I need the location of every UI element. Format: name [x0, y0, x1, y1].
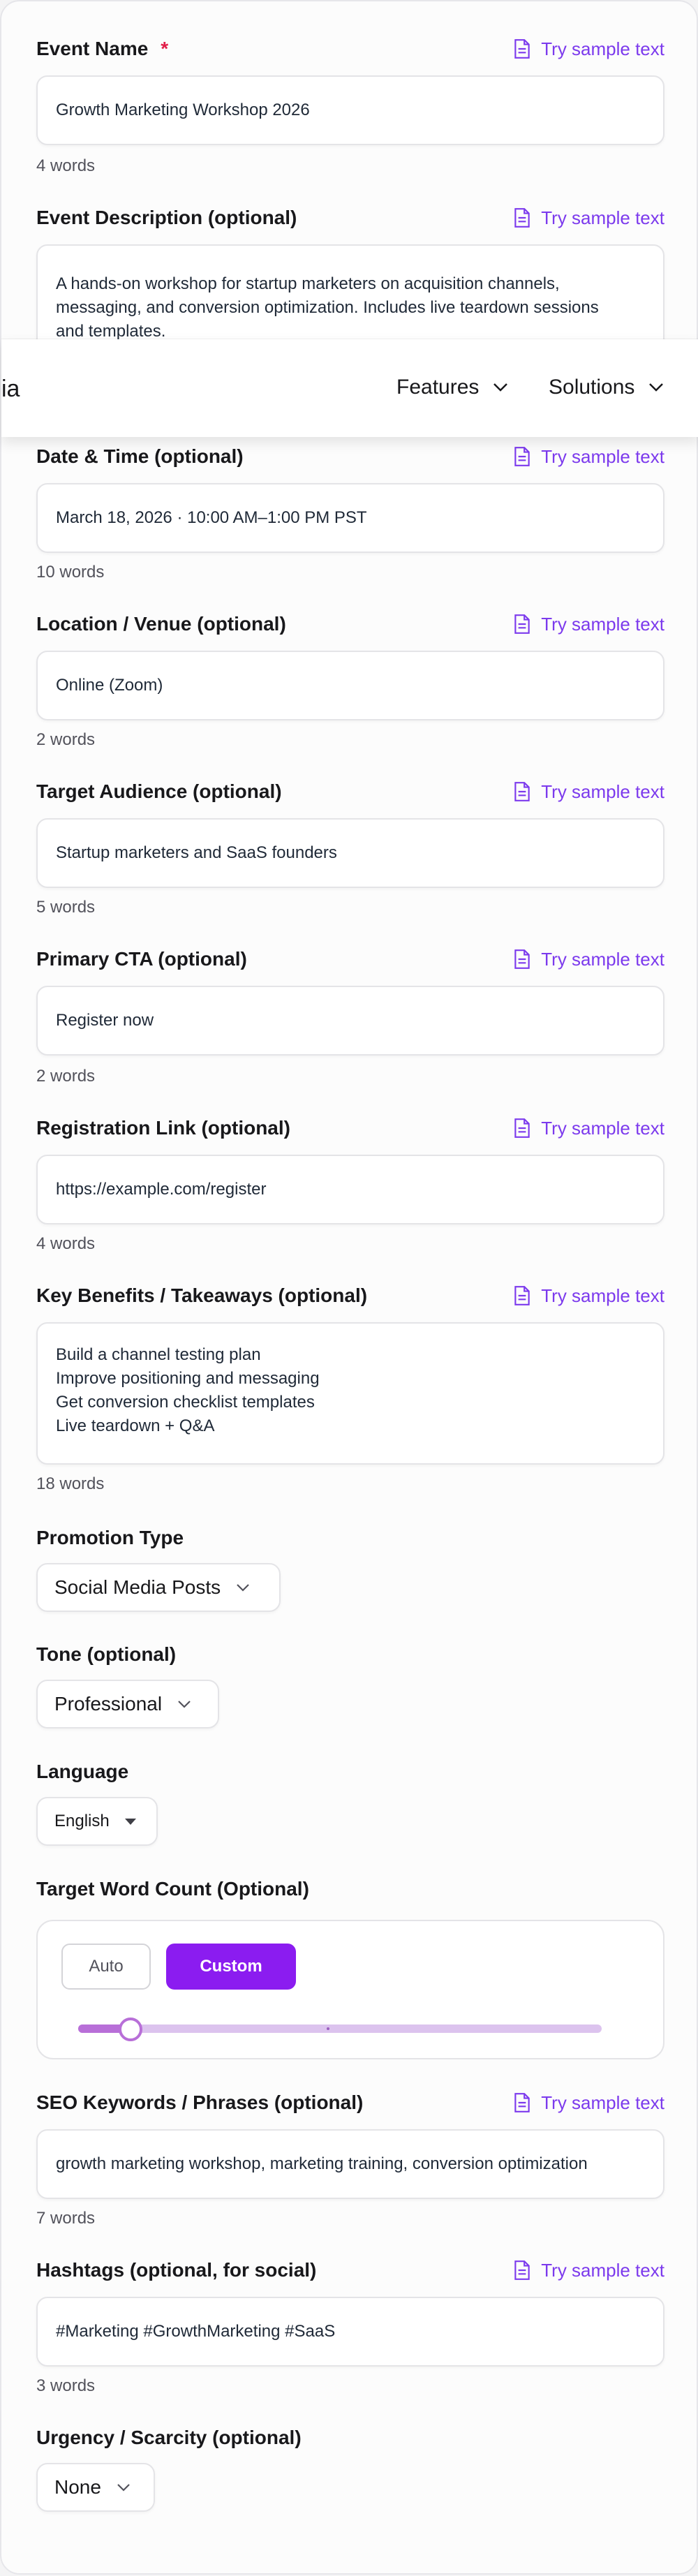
- word-count-field: Target Word Count (Optional) Auto Custom: [36, 1877, 664, 2059]
- cta-field: Primary CTA (optional) Try sample text R…: [36, 947, 664, 1086]
- word-count: 4 words: [36, 156, 96, 175]
- try-sample-button[interactable]: Try sample text: [513, 205, 664, 230]
- audience-field: Target Audience (optional) Try sample te…: [36, 779, 664, 917]
- urgency-field: Urgency / Scarcity (optional) None: [36, 2425, 664, 2512]
- word-count-slider-thumb[interactable]: [119, 2018, 142, 2041]
- try-sample-button[interactable]: Try sample text: [513, 2258, 664, 2283]
- seo-field: SEO Keywords / Phrases (optional) Try sa…: [36, 2090, 664, 2228]
- chevron-down-icon: [117, 2484, 130, 2492]
- tone-select[interactable]: Professional: [36, 1680, 219, 1729]
- try-sample-label: Try sample text: [541, 948, 664, 970]
- try-sample-label: Try sample text: [541, 2259, 664, 2281]
- try-sample-button[interactable]: Try sample text: [513, 2090, 664, 2115]
- document-icon: [514, 2093, 530, 2112]
- word-count: 4 words: [36, 1234, 96, 1253]
- chevron-down-icon: [178, 1701, 191, 1708]
- document-icon: [514, 1286, 530, 1305]
- date-time-input[interactable]: March 18, 2026 · 10:00 AM–1:00 PM PST: [36, 483, 664, 553]
- word-count: 2 words: [36, 1067, 96, 1086]
- try-sample-button[interactable]: Try sample text: [513, 612, 664, 637]
- try-sample-label: Try sample text: [541, 2092, 664, 2113]
- chevron-down-icon: [493, 383, 508, 392]
- location-input[interactable]: Online (Zoom): [36, 651, 664, 720]
- benefits-input[interactable]: Build a channel testing plan Improve pos…: [36, 1322, 664, 1465]
- urgency-label: Urgency / Scarcity (optional): [36, 2427, 302, 2448]
- tone-label: Tone (optional): [36, 1643, 177, 1665]
- language-select[interactable]: English: [36, 1797, 158, 1846]
- date-time-field: Date & Time (optional) Try sample text M…: [36, 444, 664, 582]
- nav-features[interactable]: Features: [396, 376, 508, 399]
- try-sample-button[interactable]: Try sample text: [513, 1283, 664, 1308]
- event-name-field: Event Name * Try sample text Growth Mark…: [36, 36, 664, 175]
- custom-button[interactable]: Custom: [166, 1944, 296, 1990]
- hashtags-input[interactable]: #Marketing #GrowthMarketing #SaaS: [36, 2297, 664, 2367]
- slider-midpoint: [327, 2027, 329, 2030]
- document-icon: [514, 1118, 530, 1138]
- word-count: 5 words: [36, 898, 96, 917]
- nav-features-label: Features: [396, 376, 480, 399]
- promotion-select[interactable]: Social Media Posts: [36, 1563, 281, 1612]
- benefits-field: Key Benefits / Takeaways (optional) Try …: [36, 1283, 664, 1493]
- try-sample-label: Try sample text: [541, 613, 664, 635]
- tone-value: Professional: [54, 1693, 163, 1715]
- try-sample-button[interactable]: Try sample text: [513, 444, 664, 469]
- try-sample-label: Try sample text: [541, 445, 664, 467]
- word-count-slider-track[interactable]: [78, 2024, 602, 2033]
- document-icon: [514, 614, 530, 634]
- cta-input[interactable]: Register now: [36, 986, 664, 1056]
- promotion-value: Social Media Posts: [54, 1576, 221, 1598]
- required-mark: *: [161, 38, 169, 59]
- document-icon: [514, 208, 530, 228]
- chevron-down-icon: [237, 1584, 249, 1592]
- hashtags-field: Hashtags (optional, for social) Try samp…: [36, 2258, 664, 2395]
- location-field: Location / Venue (optional) Try sample t…: [36, 612, 664, 749]
- language-label: Language: [36, 1761, 129, 1782]
- event-name-input[interactable]: Growth Marketing Workshop 2026: [36, 75, 664, 145]
- nav-solutions[interactable]: Solutions: [549, 376, 664, 399]
- document-icon: [514, 949, 530, 969]
- try-sample-label: Try sample text: [541, 1285, 664, 1306]
- try-sample-label: Try sample text: [541, 780, 664, 802]
- urgency-select[interactable]: None: [36, 2463, 155, 2512]
- tone-field: Tone (optional) Professional: [36, 1642, 664, 1729]
- try-sample-label: Try sample text: [541, 1117, 664, 1139]
- word-count: 10 words: [36, 563, 105, 582]
- logo-text: ia: [1, 376, 20, 402]
- word-count: 3 words: [36, 2376, 96, 2395]
- auto-button[interactable]: Auto: [61, 1944, 151, 1990]
- document-icon: [514, 39, 530, 59]
- promotion-field: Promotion Type Social Media Posts: [36, 1525, 664, 1612]
- word-count-box: Auto Custom: [36, 1920, 664, 2059]
- try-sample-button[interactable]: Try sample text: [513, 779, 664, 804]
- try-sample-button[interactable]: Try sample text: [513, 947, 664, 972]
- document-icon: [514, 2260, 530, 2280]
- word-count: 7 words: [36, 2209, 96, 2228]
- language-value: English: [54, 1812, 110, 1830]
- language-field: Language English: [36, 1759, 664, 1846]
- urgency-value: None: [54, 2476, 101, 2498]
- try-sample-label: Try sample text: [541, 38, 664, 59]
- document-icon: [514, 782, 530, 801]
- try-sample-label: Try sample text: [541, 207, 664, 228]
- reg-link-field: Registration Link (optional) Try sample …: [36, 1116, 664, 1253]
- chevron-down-icon: [649, 383, 664, 392]
- promotion-label: Promotion Type: [36, 1527, 184, 1548]
- word-count: 2 words: [36, 730, 96, 749]
- form-card: Event Name * Try sample text Growth Mark…: [0, 0, 698, 2575]
- caret-down-icon: [124, 1819, 136, 1825]
- audience-input[interactable]: Startup marketers and SaaS founders: [36, 818, 664, 888]
- event-name-label: Event Name: [36, 38, 149, 59]
- nav-solutions-label: Solutions: [549, 376, 635, 399]
- event-description-field: Event Description (optional) Try sample …: [36, 205, 664, 398]
- top-navbar: ia Features Solutions: [1, 339, 698, 437]
- word-count: 18 words: [36, 1474, 105, 1493]
- seo-input[interactable]: growth marketing workshop, marketing tra…: [36, 2129, 664, 2199]
- try-sample-button[interactable]: Try sample text: [513, 1116, 664, 1141]
- try-sample-button[interactable]: Try sample text: [513, 36, 664, 61]
- reg-link-input[interactable]: https://example.com/register: [36, 1155, 664, 1224]
- word-count-label: Target Word Count (Optional): [36, 1878, 309, 1900]
- document-icon: [514, 447, 530, 466]
